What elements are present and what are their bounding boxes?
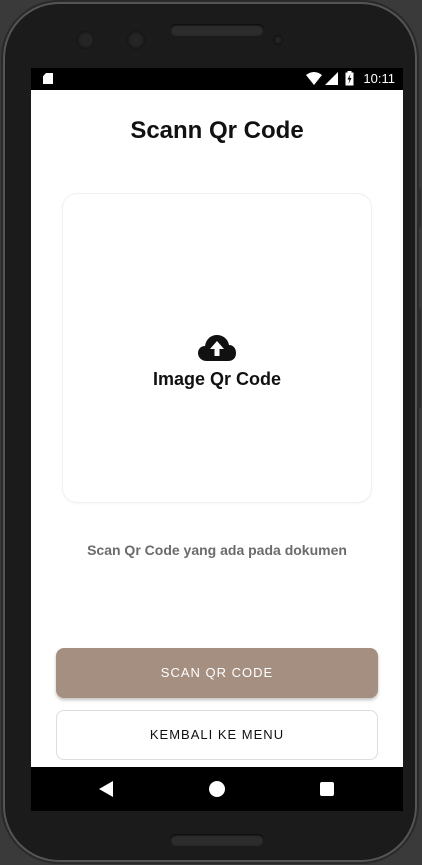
scan-hint-text: Scan Qr Code yang ada pada dokumen [87,542,347,558]
app-screen: 10:11 Scann Qr Code Image Qr Code Scan Q… [31,68,403,811]
page-title: Scann Qr Code [130,117,304,144]
image-qr-upload-card[interactable]: Image Qr Code [63,194,371,502]
volume-rocker [417,308,421,408]
earpiece-speaker [170,24,264,36]
cloud-upload-icon [198,335,236,361]
sd-card-icon [43,73,53,84]
status-time: 10:11 [363,71,395,86]
phone-frame: 10:11 Scann Qr Code Image Qr Code Scan Q… [3,2,421,862]
signal-icon [325,72,338,85]
nav-recents-icon[interactable] [320,782,334,796]
nav-home-icon[interactable] [209,781,225,797]
front-camera [77,31,95,49]
status-bar: 10:11 [31,68,403,90]
volume-up-button [417,188,421,228]
upload-label: Image Qr Code [152,369,282,389]
system-navigation-bar [31,767,403,811]
scan-qr-code-button[interactable]: SCAN QR CODE [56,648,378,698]
proximity-sensor [273,35,283,45]
front-sensor [127,31,145,49]
bottom-speaker [170,834,264,846]
wifi-icon [306,72,322,85]
back-to-menu-button[interactable]: KEMBALI KE MENU [56,710,378,760]
battery-charging-icon [345,71,354,86]
nav-back-icon[interactable] [99,781,113,797]
